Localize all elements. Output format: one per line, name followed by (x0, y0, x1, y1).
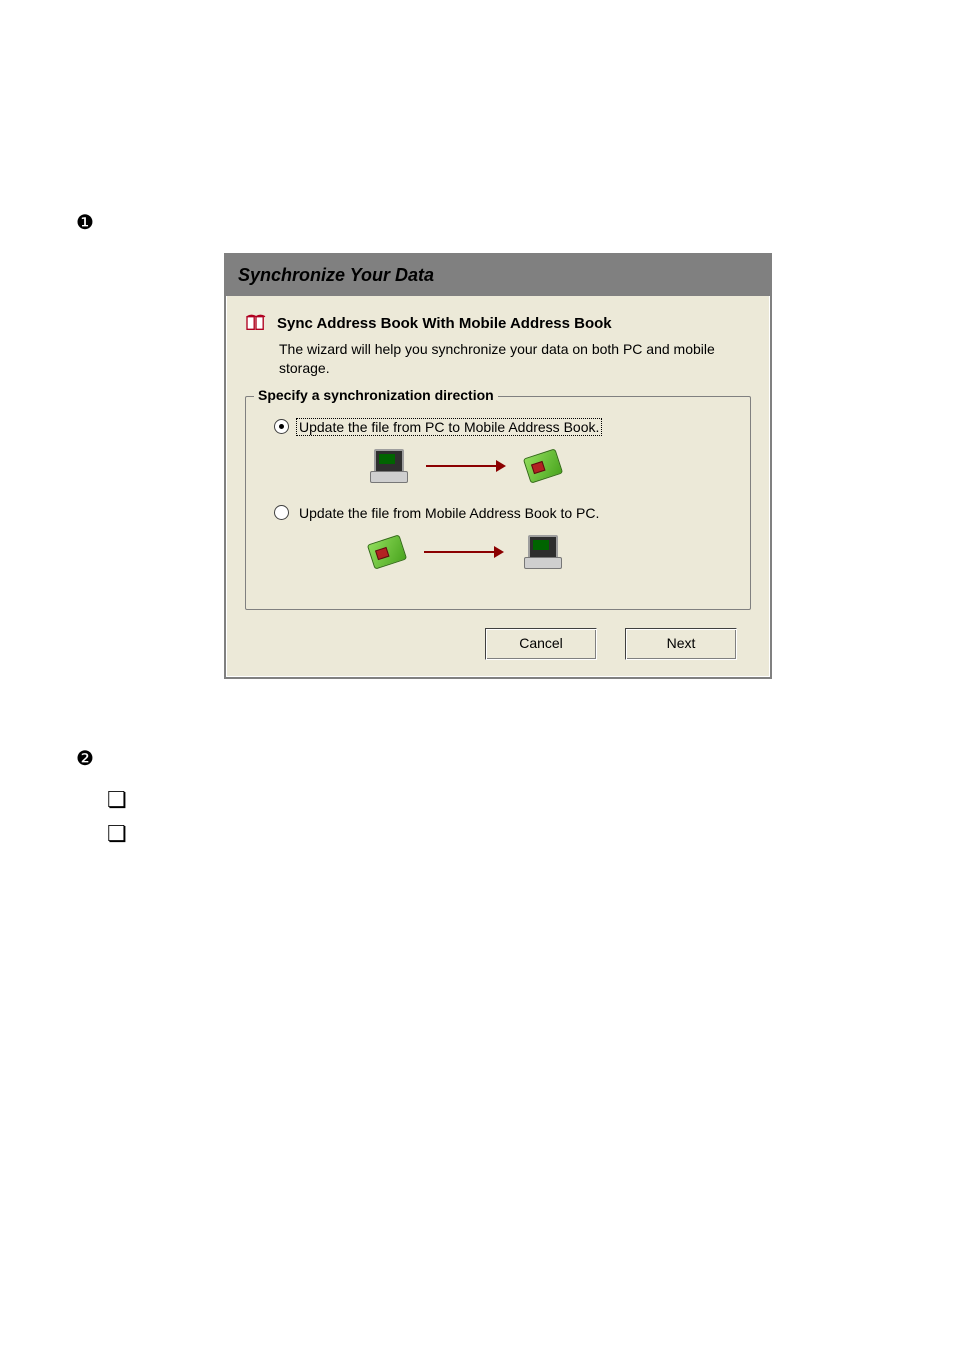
radio-icon (274, 419, 289, 434)
checkbox-marker-2: ❏ (107, 821, 127, 847)
checkbox-marker-1: ❏ (107, 787, 127, 813)
next-button[interactable]: Next (625, 628, 737, 660)
wizard-section-header: Sync Address Book With Mobile Address Bo… (245, 314, 751, 332)
sync-direction-fieldset: Specify a synchronization direction Upda… (245, 396, 751, 610)
sync-wizard-window: Synchronize Your Data Sync Address Book … (224, 253, 772, 679)
wizard-button-row: Cancel Next (245, 618, 751, 672)
diagram-mobile-to-pc (370, 535, 722, 569)
radio-label: Update the file from PC to Mobile Addres… (297, 419, 601, 435)
fieldset-legend: Specify a synchronization direction (254, 387, 498, 403)
pc-icon (524, 535, 560, 569)
radio-label: Update the file from Mobile Address Book… (297, 505, 601, 521)
arrow-right-icon (424, 546, 504, 558)
wizard-section-desc: The wizard will help you synchronize you… (279, 340, 749, 378)
wizard-body: Sync Address Book With Mobile Address Bo… (226, 296, 770, 677)
sim-card-icon (367, 534, 407, 569)
wizard-section-title: Sync Address Book With Mobile Address Bo… (277, 315, 612, 332)
radio-pc-to-mobile[interactable]: Update the file from PC to Mobile Addres… (274, 419, 722, 435)
address-book-icon (245, 314, 267, 332)
diagram-pc-to-mobile (370, 449, 722, 483)
wizard-title: Synchronize Your Data (226, 255, 770, 296)
cancel-button[interactable]: Cancel (485, 628, 597, 660)
sim-card-icon (523, 448, 563, 483)
step-2-marker: ❷ (76, 746, 94, 771)
page: ❶ Synchronize Your Data Sync Address Boo… (0, 0, 954, 1350)
pc-icon (370, 449, 406, 483)
arrow-right-icon (426, 460, 506, 472)
radio-mobile-to-pc[interactable]: Update the file from Mobile Address Book… (274, 505, 722, 521)
radio-icon (274, 505, 289, 520)
step-1-marker: ❶ (76, 210, 94, 235)
